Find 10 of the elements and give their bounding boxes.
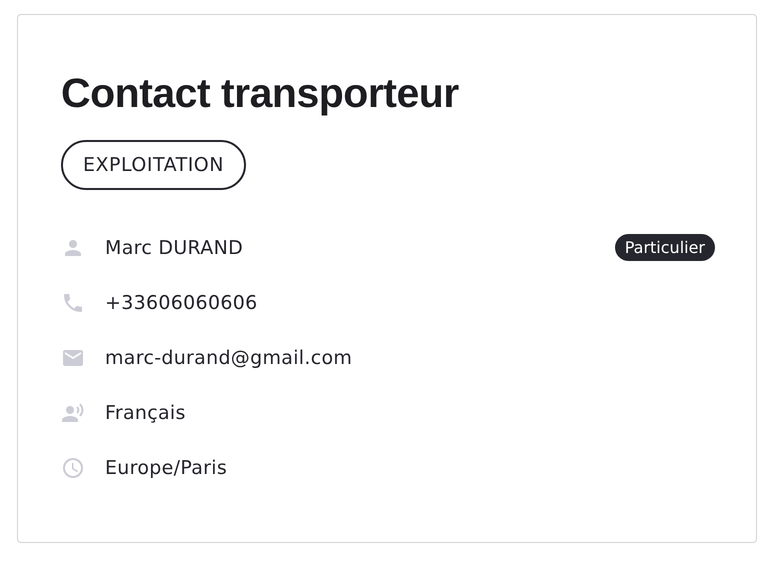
speaking-person-icon <box>61 400 85 424</box>
clock-icon <box>61 456 85 480</box>
phone-number: +33606060606 <box>105 292 258 314</box>
email-address: marc-durand@gmail.com <box>105 346 352 368</box>
language-label: Français <box>105 402 186 424</box>
contact-name: Marc DURAND <box>105 236 244 258</box>
timezone-label: Europe/Paris <box>105 456 228 478</box>
status-badge: Particulier <box>614 234 715 261</box>
category-tag: EXPLOITATION <box>61 140 246 190</box>
card-title: Contact transporteur <box>61 69 460 117</box>
